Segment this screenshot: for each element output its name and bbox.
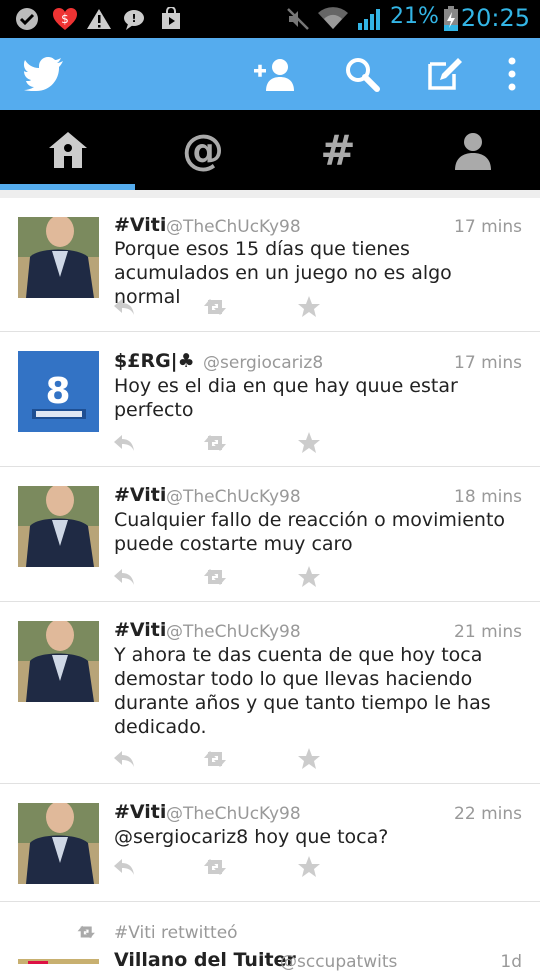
favorite-star-icon[interactable]	[295, 563, 323, 591]
tab-discover[interactable]: #	[270, 110, 405, 190]
feed-top-divider	[0, 190, 540, 198]
tweet-author-name[interactable]: #Viti	[114, 801, 166, 823]
overflow-menu-icon[interactable]	[502, 52, 522, 96]
svg-text:!: !	[131, 12, 136, 25]
signal-icon	[356, 6, 384, 32]
avatar[interactable]	[18, 215, 99, 298]
check-circle-icon	[12, 6, 42, 32]
tweet-item[interactable]: #Viti retwitteó Villano del Tuiter @sccu…	[0, 902, 540, 972]
reply-icon[interactable]	[110, 563, 138, 591]
avatar[interactable]	[18, 954, 99, 964]
tweet-timestamp: 22 mins	[454, 804, 522, 824]
tweet-item[interactable]: 8 $£RG|♣ @sergiocariz8 17 mins Hoy es el…	[0, 332, 540, 467]
retweet-icon[interactable]	[202, 745, 230, 773]
tab-home[interactable]	[0, 110, 135, 190]
tweet-item[interactable]: #Viti @TheChUcKy98 18 mins Cualquier fal…	[0, 467, 540, 602]
tweet-timestamp: 18 mins	[454, 487, 522, 507]
twitter-bird-icon[interactable]	[22, 52, 66, 96]
battery-percent: 21%	[390, 4, 439, 29]
favorite-star-icon[interactable]	[295, 293, 323, 321]
tweet-item[interactable]: #Viti @TheChUcKy98 21 mins Y ahora te da…	[0, 602, 540, 784]
home-icon	[48, 132, 87, 168]
reply-icon[interactable]	[110, 293, 138, 321]
tweet-timestamp: 1d	[500, 952, 522, 972]
avatar[interactable]	[18, 619, 99, 702]
tweet-text: Hoy es el dia en que hay quue estar perf…	[114, 375, 458, 421]
retweet-icon[interactable]	[202, 853, 230, 881]
status-bar: $ ! 21% 20:25	[0, 0, 540, 38]
retweet-icon[interactable]	[202, 563, 230, 591]
compose-icon[interactable]	[424, 52, 464, 96]
favorite-star-icon[interactable]	[295, 745, 323, 773]
avatar[interactable]	[18, 801, 99, 884]
add-user-icon[interactable]	[252, 52, 298, 96]
svg-text:@: @	[182, 128, 224, 172]
search-icon[interactable]	[342, 52, 382, 96]
tweet-author-handle[interactable]: @TheChUcKy98	[166, 804, 301, 824]
mute-icon	[285, 6, 311, 32]
tweet-text: Y ahora te das cuenta de que hoy toca de…	[114, 644, 491, 738]
tweet-author-handle[interactable]: @TheChUcKy98	[166, 217, 301, 237]
tweet-author-handle[interactable]: @TheChUcKy98	[166, 622, 301, 642]
timeline: #Viti @TheChUcKy98 17 mins Porque esos 1…	[0, 198, 540, 972]
wifi-icon	[316, 6, 350, 32]
store-bag-icon	[158, 6, 184, 32]
svg-text:$: $	[61, 12, 69, 26]
at-icon: @	[182, 128, 224, 172]
reply-icon[interactable]	[110, 429, 138, 457]
tweet-text: @sergiocariz8 hoy que toca?	[114, 826, 389, 848]
person-icon	[454, 133, 491, 170]
retweeted-by-label[interactable]: #Viti retwitteó	[114, 923, 238, 943]
hashtag-icon: #	[320, 130, 355, 170]
retweet-icon[interactable]	[202, 429, 230, 457]
tweet-author-name[interactable]: Villano del Tuiter	[114, 949, 296, 971]
retweet-icon[interactable]	[202, 293, 230, 321]
avatar[interactable]	[18, 484, 99, 567]
tab-mentions[interactable]: @	[135, 110, 270, 190]
tweet-timestamp: 17 mins	[454, 353, 522, 373]
battery-charging-icon	[442, 6, 460, 32]
tweet-text: Cualquier fallo de reacción o movimiento…	[114, 509, 506, 555]
tweet-author-name[interactable]: $£RG|♣	[114, 350, 195, 372]
tweet-author-name[interactable]: #Viti	[114, 484, 166, 506]
favorite-star-icon[interactable]	[295, 429, 323, 457]
tweet-item[interactable]: #Viti @TheChUcKy98 22 mins @sergiocariz8…	[0, 784, 540, 902]
tweet-timestamp: 21 mins	[454, 622, 522, 642]
tab-profile[interactable]	[405, 110, 540, 190]
clock: 20:25	[460, 4, 530, 32]
tweet-author-handle[interactable]: @sergiocariz8	[203, 353, 323, 373]
warning-icon	[86, 6, 112, 32]
tweet-author-name[interactable]: #Viti	[114, 619, 166, 641]
retweet-indicator-icon	[76, 923, 98, 943]
tweet-item[interactable]: #Viti @TheChUcKy98 17 mins Porque esos 1…	[0, 198, 540, 332]
chat-alert-icon: !	[122, 6, 148, 32]
reply-icon[interactable]	[110, 745, 138, 773]
tweet-author-name[interactable]: #Viti	[114, 214, 166, 236]
svg-text:8: 8	[45, 371, 70, 412]
tweet-author-handle[interactable]: @sccupatwits	[280, 952, 397, 972]
tab-bar: @ #	[0, 110, 540, 190]
svg-text:#: #	[320, 130, 355, 170]
tweet-author-handle[interactable]: @TheChUcKy98	[166, 487, 301, 507]
action-bar	[0, 38, 540, 110]
reply-icon[interactable]	[110, 853, 138, 881]
favorite-star-icon[interactable]	[295, 853, 323, 881]
tweet-timestamp: 17 mins	[454, 217, 522, 237]
heart-money-icon: $	[50, 6, 80, 32]
avatar[interactable]: 8	[18, 351, 99, 432]
